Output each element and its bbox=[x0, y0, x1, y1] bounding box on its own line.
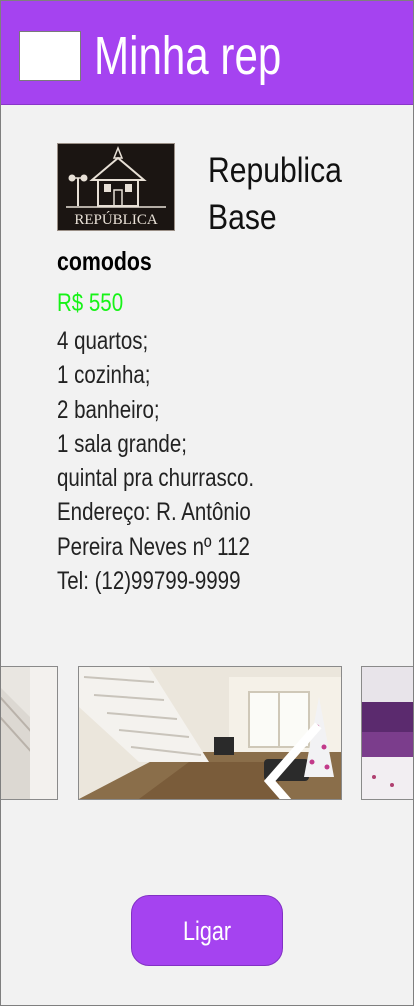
detail-line: quintal pra churrasco. bbox=[57, 464, 255, 493]
app-title: Minha rep bbox=[94, 26, 282, 86]
republic-name-line1: Republica bbox=[208, 151, 342, 190]
rooms-heading: comodos bbox=[57, 246, 152, 276]
menu-button[interactable] bbox=[19, 31, 81, 81]
app-frame: Minha rep REPÚBLICA Republica Base comod… bbox=[0, 0, 414, 1006]
detail-line: 1 sala grande; bbox=[57, 429, 187, 458]
republic-logo: REPÚBLICA bbox=[57, 143, 175, 231]
call-button-label: Ligar bbox=[182, 916, 232, 946]
logo-text: REPÚBLICA bbox=[74, 211, 158, 228]
call-button[interactable]: Ligar bbox=[131, 895, 283, 966]
photo-carousel[interactable] bbox=[1, 665, 413, 801]
staircase-photo-icon bbox=[1, 667, 57, 799]
detail-line: 1 cozinha; bbox=[57, 361, 151, 390]
bedroom-photo-icon bbox=[362, 667, 413, 799]
details-list: 4 quartos; 1 cozinha; 2 banheiro; 1 sala… bbox=[57, 324, 254, 598]
photo-previous[interactable] bbox=[1, 666, 58, 800]
photo-current[interactable] bbox=[78, 666, 342, 800]
price: R$ 550 bbox=[57, 289, 124, 317]
republic-name-line2: Base bbox=[208, 198, 277, 237]
phone-line: Tel: (12)99799-9999 bbox=[57, 567, 241, 596]
republic-name: Republica Base bbox=[208, 147, 363, 241]
detail-line: 2 banheiro; bbox=[57, 395, 160, 424]
address-line1: Endereço: R. Antônio bbox=[57, 498, 251, 527]
chevron-left-icon[interactable] bbox=[163, 715, 342, 800]
address-line2: Pereira Neves nº 112 bbox=[57, 532, 250, 561]
house-logo-icon: REPÚBLICA bbox=[58, 144, 174, 230]
detail-line: 4 quartos; bbox=[57, 327, 149, 355]
photo-next[interactable] bbox=[361, 666, 413, 800]
header-bar: Minha rep bbox=[1, 1, 413, 105]
